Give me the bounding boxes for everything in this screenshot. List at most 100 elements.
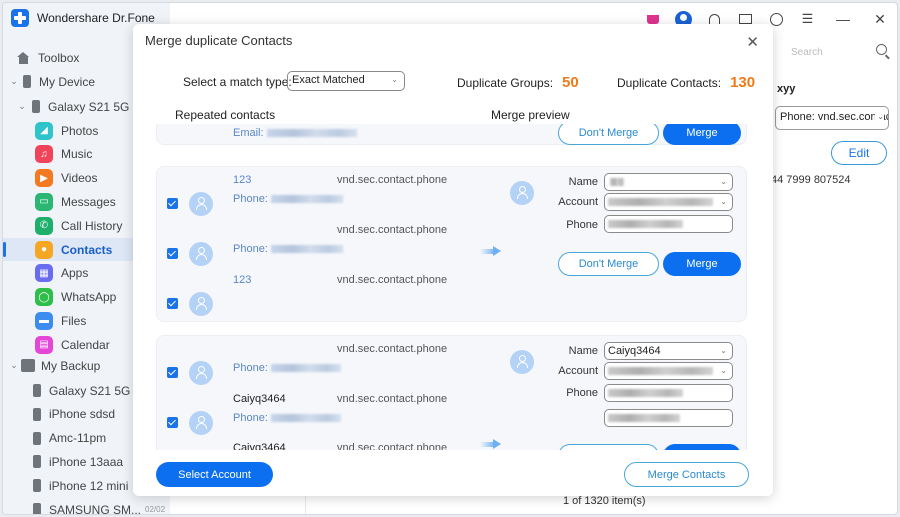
dont-merge-button[interactable]: Don't Merge (558, 444, 659, 450)
chevron-down-icon[interactable]: ⌄ (17, 101, 27, 112)
duplicate-groups: Duplicate Groups: 50 (457, 74, 579, 91)
sidebar-item-label: Messages (61, 194, 116, 209)
videos-icon: ▶ (35, 169, 53, 188)
contact-type: vnd.sec.contact.phone (337, 224, 448, 236)
avatar-icon (510, 181, 534, 205)
phone-icon (23, 75, 31, 88)
merge-button[interactable]: Merge (663, 444, 741, 450)
contact-name: 123 (233, 174, 252, 186)
select-account-button[interactable]: Select Account (156, 462, 273, 487)
calendar-icon: ▤ (35, 335, 53, 354)
sidebar-item-label: Contacts (61, 242, 113, 257)
edit-button[interactable]: Edit (831, 141, 887, 165)
minimize-icon[interactable]: — (823, 4, 863, 34)
music-icon: ♫ (35, 145, 53, 164)
account-label: Account (558, 196, 598, 208)
arrow-right-icon (480, 439, 504, 449)
chevron-down-icon[interactable]: ⌄ (9, 76, 19, 87)
sidebar-item-label: Galaxy S21 5G (48, 99, 130, 114)
phone-label: Phone (566, 387, 598, 399)
name-select[interactable]: ⌄ (604, 173, 733, 191)
name-label: Name (568, 345, 598, 357)
account-select[interactable]: ⌄ (604, 193, 733, 211)
merge-button[interactable]: Merge (663, 252, 741, 276)
duplicate-group: vnd.sec.contact.phone Phone: Caiyq3464 v… (156, 335, 747, 450)
brand: Wondershare Dr.Fone (11, 9, 155, 27)
phone-icon (33, 384, 41, 397)
search-input[interactable]: Search (783, 43, 893, 63)
phone-label: Phone (566, 219, 598, 231)
close-icon[interactable]: ✕ (863, 4, 897, 34)
chevron-down-icon: ⌄ (875, 112, 884, 121)
contact-name: 123 (233, 274, 252, 286)
sidebar-item-label: Apps (61, 266, 89, 281)
contact-type: vnd.sec.contact.phone (337, 442, 448, 450)
dont-merge-button[interactable]: Don't Merge (558, 252, 659, 276)
avatar-icon (189, 192, 213, 216)
contacts-icon: ● (35, 240, 53, 259)
sidebar-item-label: Toolbox (38, 50, 80, 65)
sidebar-item-label: iPhone 13aaa (49, 454, 124, 469)
backup-icon (21, 359, 35, 372)
duplicate-group: Email: Don't Merge Merge (156, 124, 747, 145)
contact-checkbox[interactable] (167, 248, 178, 259)
app-window: Wondershare Dr.Fone Toolbox ⌄ My Device … (2, 2, 898, 515)
home-icon (17, 51, 30, 64)
contact-email: Email: (233, 127, 357, 139)
contact-name: Caiyq3464 (233, 393, 286, 405)
contact-name: Caiyq3464 (233, 442, 286, 450)
sidebar-item-label: Call History (61, 218, 123, 233)
contact-detail-panel: Search xyy Phone: vnd.sec.contact.phone … (771, 35, 897, 490)
contact-phone: Phone: (233, 193, 343, 205)
dialog-title: Merge duplicate Contacts (145, 33, 293, 48)
duplicate-groups-count: 50 (562, 74, 579, 91)
avatar-icon (189, 361, 213, 385)
chevron-down-icon[interactable]: ⌄ (9, 360, 19, 371)
sidebar-item-label: Files (61, 313, 87, 328)
app-title: Wondershare Dr.Fone (37, 11, 155, 25)
duplicate-contacts: Duplicate Contacts: 130 (617, 74, 756, 91)
match-type-select[interactable]: Exact Matched ⌄ (287, 71, 405, 91)
avatar-icon (189, 411, 213, 435)
drfone-logo-icon (11, 9, 29, 27)
messages-icon: ▭ (35, 192, 53, 211)
contact-name: xyy (777, 83, 796, 95)
phone-number: 44 7999 807524 (771, 174, 851, 186)
contact-checkbox[interactable] (167, 298, 178, 309)
contact-checkbox[interactable] (167, 198, 178, 209)
contact-phone: Phone: (233, 243, 343, 255)
close-icon[interactable]: ✕ (746, 33, 759, 51)
duplicate-groups-list[interactable]: Email: Don't Merge Merge 123 vnd.sec.con… (133, 124, 773, 450)
chevron-down-icon: ⌄ (391, 75, 398, 84)
contact-phone: Phone: (233, 412, 341, 424)
sidebar-item-label: My Backup (41, 358, 101, 373)
avatar-icon (189, 242, 213, 266)
duplicate-contacts-count: 130 (730, 74, 756, 91)
merge-contacts-button[interactable]: Merge Contacts (624, 462, 749, 487)
files-icon: ▬ (35, 311, 53, 330)
dont-merge-button[interactable]: Don't Merge (558, 124, 659, 145)
contact-checkbox[interactable] (167, 367, 178, 378)
name-label: Name (568, 176, 598, 188)
phone-type-select[interactable]: Phone: vnd.sec.contact.phone ⌄ (775, 106, 889, 130)
phone-icon (33, 431, 41, 445)
contact-type: vnd.sec.contact.phone (337, 274, 448, 286)
contact-type: vnd.sec.contact.phone (337, 174, 448, 186)
phone-field[interactable] (604, 384, 733, 402)
search-icon[interactable] (876, 44, 887, 55)
merge-preview-header: Merge preview (491, 108, 570, 122)
sidebar-item-backup[interactable]: SAMSUNG SM... 02/02 (3, 498, 170, 514)
phone-field[interactable] (604, 409, 733, 427)
account-select[interactable]: ⌄ (604, 362, 733, 380)
merge-duplicate-dialog: Merge duplicate Contacts ✕ Select a matc… (133, 24, 773, 496)
sidebar-item-label: Galaxy S21 5G (49, 383, 131, 398)
name-select[interactable]: Caiyq3464 ⌄ (604, 342, 733, 360)
repeated-contacts-header: Repeated contacts (175, 108, 276, 122)
merge-button[interactable]: Merge (663, 124, 741, 145)
phone-field[interactable] (604, 215, 733, 233)
phone-icon (33, 455, 41, 469)
contact-checkbox[interactable] (167, 417, 178, 428)
sidebar-item-label: My Device (39, 74, 96, 89)
menu-icon[interactable]: ☰ (792, 4, 823, 34)
sidebar-item-label: iPhone 12 mini (49, 478, 129, 493)
